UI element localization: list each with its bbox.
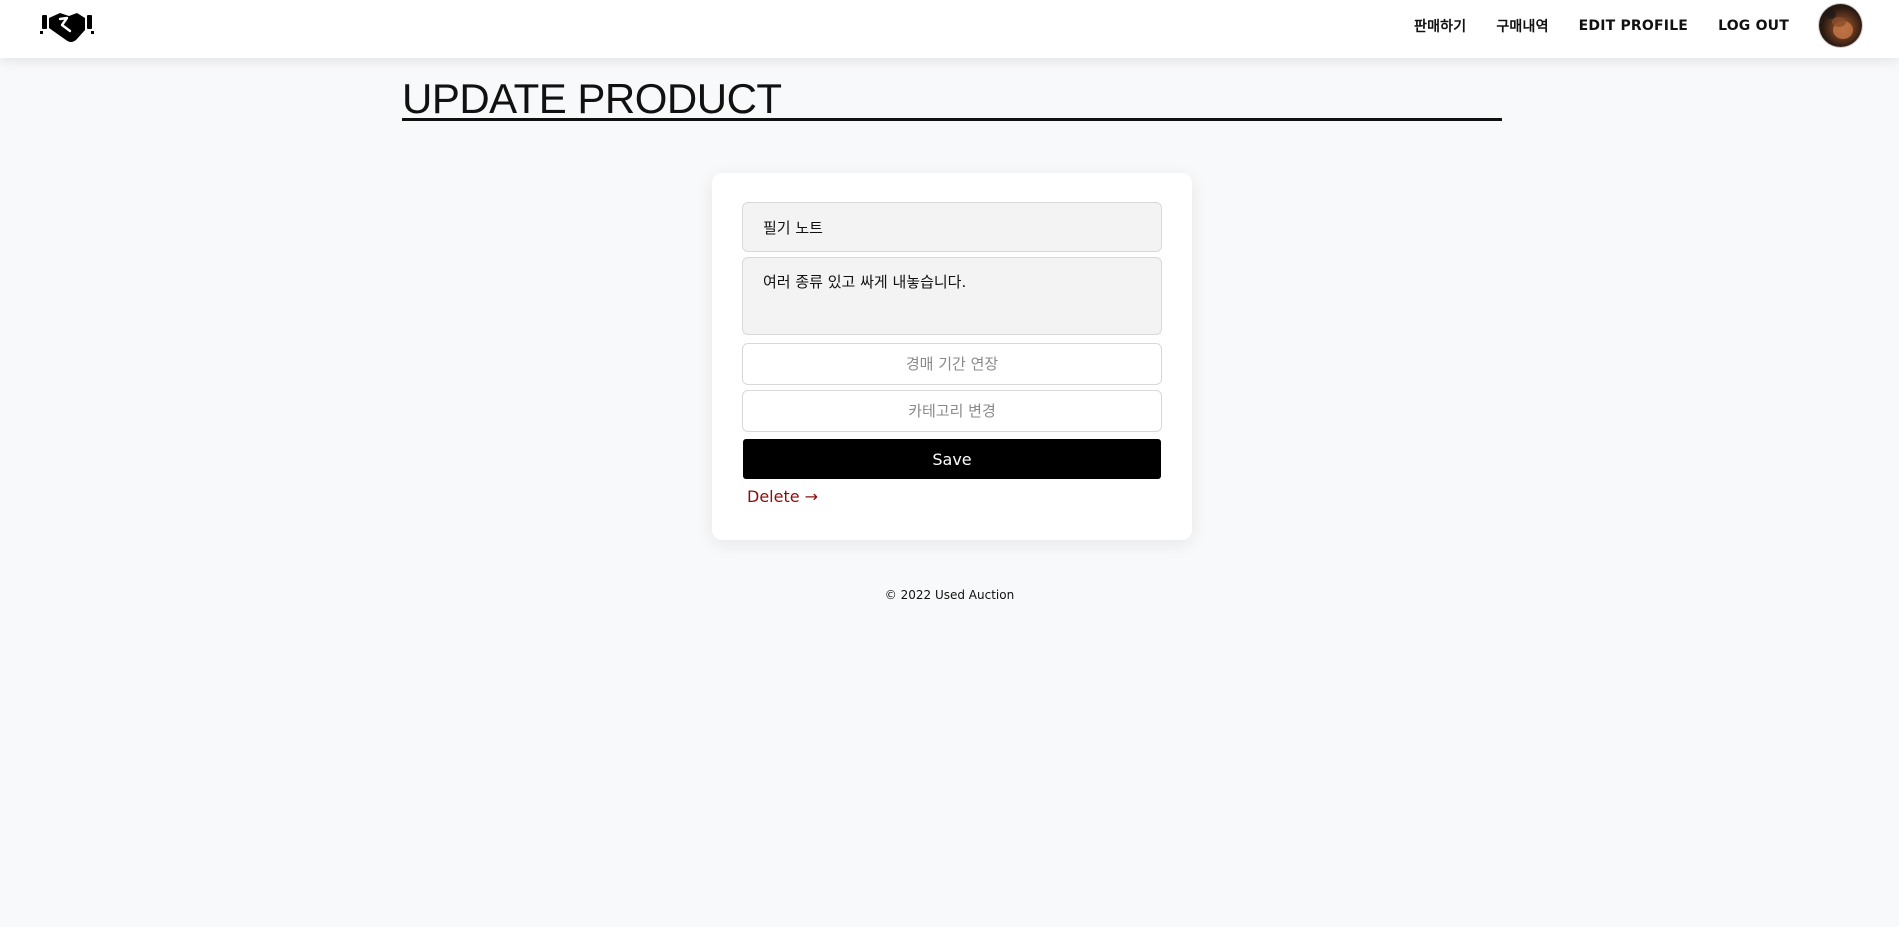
page-title: UPDATE PRODUCT [402,75,782,122]
product-name-input[interactable] [742,202,1162,252]
handshake-icon [40,13,94,42]
product-description-input[interactable]: 여러 종류 있고 싸게 내놓습니다. [742,257,1162,335]
footer: © 2022 Used Auction [0,588,1899,602]
nav-purchase-history-link[interactable]: 구매내역 [1496,16,1548,36]
update-product-form: 여러 종류 있고 싸게 내놓습니다. Save Delete → [712,173,1192,540]
nav-menu: 판매하기 구매내역 EDIT PROFILE LOG OUT [1414,0,1789,52]
home-logo[interactable] [40,10,94,44]
nav-logout-link[interactable]: LOG OUT [1718,18,1789,34]
save-button[interactable]: Save [743,439,1161,479]
title-underline [402,118,1502,121]
category-input[interactable] [742,390,1162,432]
auction-period-input[interactable] [742,343,1162,385]
avatar[interactable] [1819,4,1862,47]
copyright-text: © 2022 Used Auction [884,588,1015,602]
nav-edit-profile-link[interactable]: EDIT PROFILE [1579,18,1688,34]
user-avatar-icon [1826,9,1853,39]
top-navbar: 판매하기 구매내역 EDIT PROFILE LOG OUT [0,0,1899,58]
nav-sell-link[interactable]: 판매하기 [1414,16,1466,36]
delete-link[interactable]: Delete → [747,487,818,506]
